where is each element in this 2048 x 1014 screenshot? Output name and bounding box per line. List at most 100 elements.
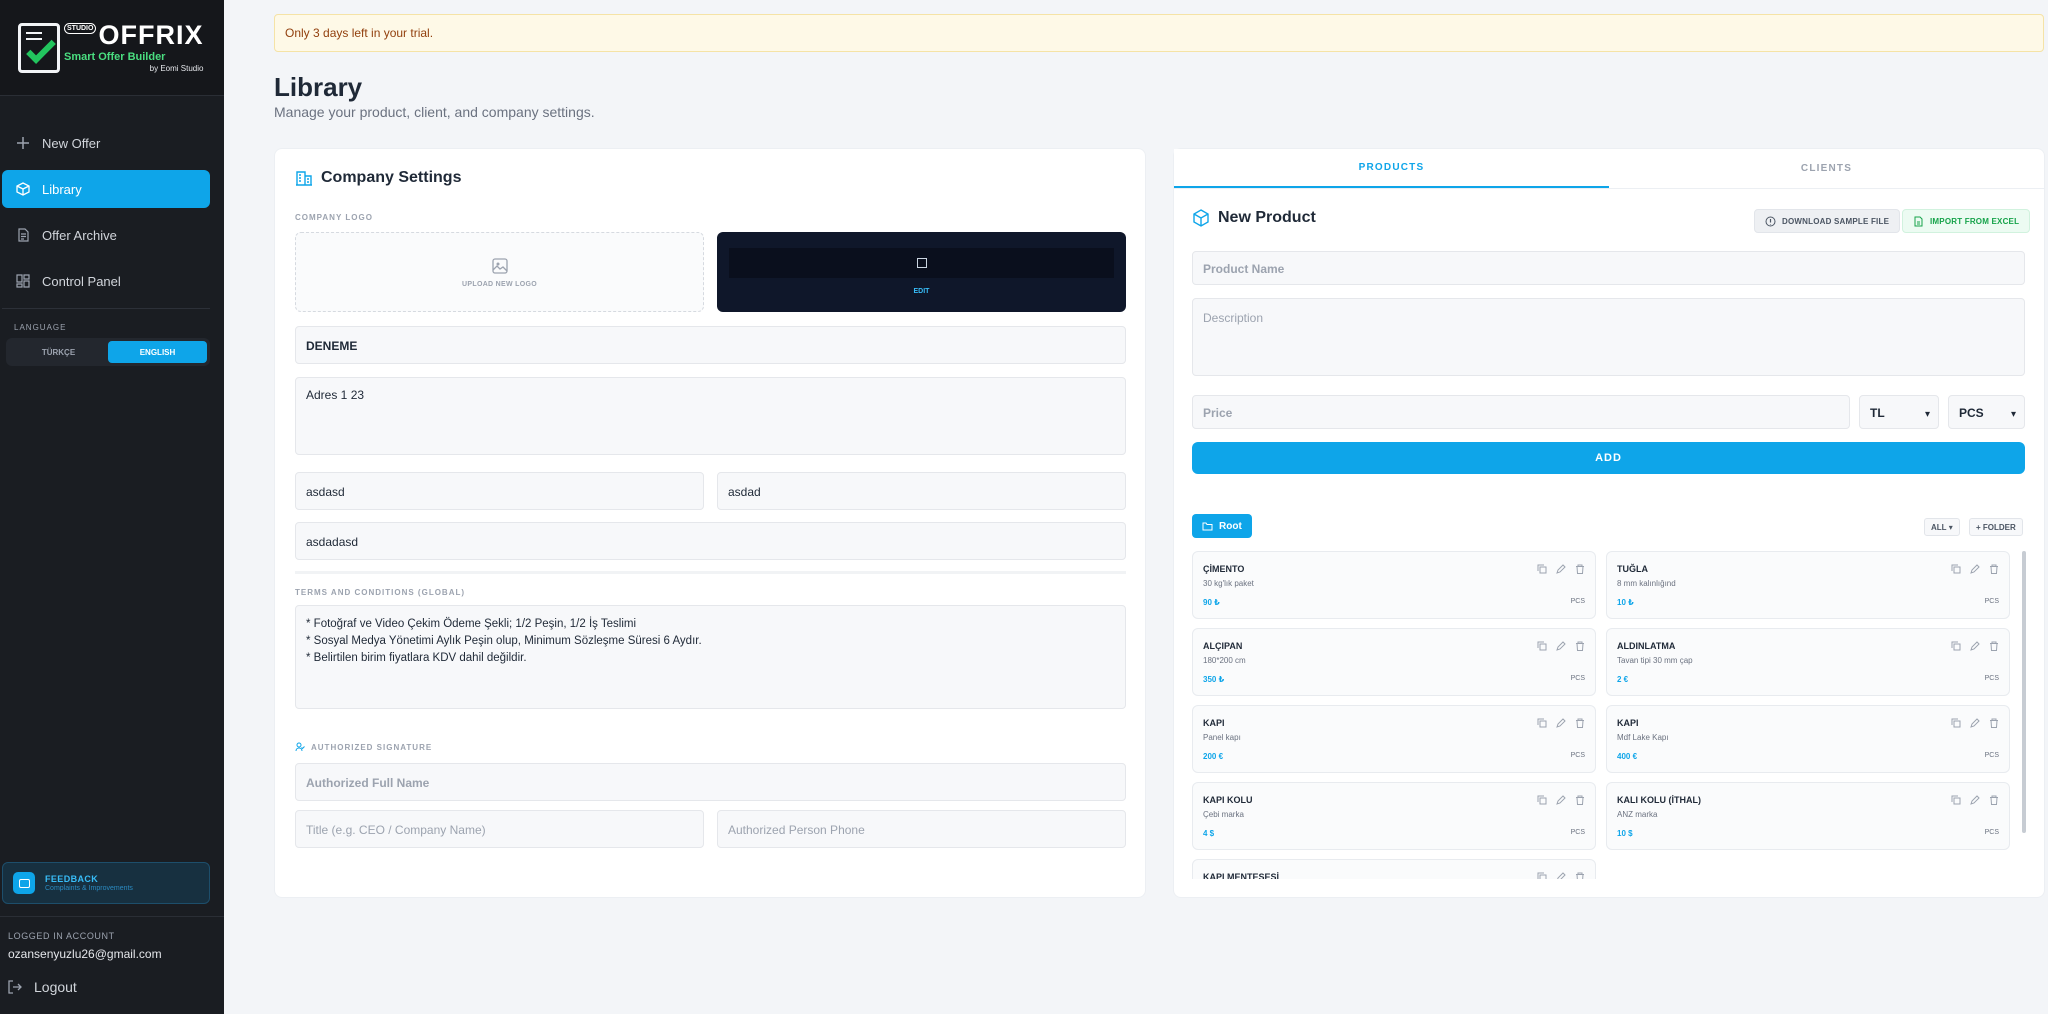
edit-logo-button[interactable]: EDIT	[717, 288, 1126, 295]
account-panel: LOGGED IN ACCOUNT ozansenyuzlu26@gmail.c…	[0, 916, 224, 995]
add-folder-button[interactable]: + FOLDER	[1969, 518, 2023, 536]
box-icon	[16, 182, 30, 196]
product-card[interactable]: ALDINLATMA Tavan tipi 30 mm çap 2 € PCS	[1606, 628, 2010, 696]
company-name-field[interactable]: DENEME	[295, 326, 1126, 364]
trash-icon[interactable]	[1575, 872, 1585, 879]
product-card[interactable]: KAPI KOLU Çebi marka 4 $ PCS	[1192, 782, 1596, 850]
product-description: Mdf Lake Kapı	[1617, 733, 1669, 742]
authorized-name-field[interactable]: Authorized Full Name	[295, 763, 1126, 801]
edit-icon[interactable]	[1556, 795, 1566, 805]
download-sample-button[interactable]: DOWNLOAD SAMPLE FILE	[1754, 209, 1901, 233]
product-price: 90 ₺	[1203, 598, 1220, 607]
copy-icon[interactable]	[1951, 564, 1961, 574]
product-description: 180*200 cm	[1203, 656, 1246, 665]
product-card[interactable]: TUĞLA 8 mm kalınlığınd 10 ₺ PCS	[1606, 551, 2010, 619]
sidebar-item-library[interactable]: Library	[2, 170, 210, 208]
product-card[interactable]: KAPI MENTEŞESİ	[1192, 859, 1596, 879]
product-grid: ÇİMENTO 30 kg'lık paket 90 ₺ PCS TUĞLA 8 mm k…	[1192, 551, 2010, 879]
product-list-scrollbar[interactable]	[2022, 551, 2026, 833]
products-card: PRODUCTS CLIENTS New Product DOWNLOAD SA…	[1173, 148, 2045, 898]
trash-icon[interactable]	[1575, 564, 1585, 574]
terms-textarea[interactable]: * Fotoğraf ve Video Çekim Ödeme Şekli; 1…	[295, 605, 1126, 709]
copy-icon[interactable]	[1951, 795, 1961, 805]
trash-icon[interactable]	[1989, 564, 1999, 574]
trash-icon[interactable]	[1575, 795, 1585, 805]
product-name: KAPI	[1617, 718, 1639, 728]
sidebar-item-new-offer[interactable]: New Offer	[2, 124, 210, 162]
add-product-button[interactable]: ADD	[1192, 442, 2025, 474]
product-card[interactable]: KAPI Panel kapı 200 € PCS	[1192, 705, 1596, 773]
upload-logo-dropzone[interactable]: UPLOAD NEW LOGO	[295, 232, 704, 312]
product-card[interactable]: KAPI Mdf Lake Kapı 400 € PCS	[1606, 705, 2010, 773]
logout-button[interactable]: Logout	[8, 979, 216, 995]
company-settings-title: Company Settings	[295, 169, 461, 187]
terms-line: * Fotoğraf ve Video Çekim Ödeme Şekli; 1…	[306, 618, 637, 630]
broken-image-icon	[729, 248, 1114, 278]
feedback-button[interactable]: FEEDBACK Complaints & Improvements	[2, 862, 210, 904]
tab-products[interactable]: PRODUCTS	[1174, 149, 1609, 188]
tab-clients[interactable]: CLIENTS	[1609, 149, 2044, 188]
product-price-field[interactable]: Price	[1192, 395, 1850, 429]
grid-icon	[16, 274, 30, 288]
language-option-english[interactable]: ENGLISH	[108, 341, 207, 363]
sidebar-item-label: New Offer	[42, 135, 101, 151]
upload-logo-label: UPLOAD NEW LOGO	[462, 280, 537, 288]
copy-icon[interactable]	[1951, 718, 1961, 728]
account-email: ozansenyuzlu26@gmail.com	[8, 947, 162, 961]
edit-icon[interactable]	[1970, 641, 1980, 651]
divider	[295, 571, 1126, 574]
edit-icon[interactable]	[1970, 718, 1980, 728]
edit-icon[interactable]	[1556, 641, 1566, 651]
authorized-title-field[interactable]: Title (e.g. CEO / Company Name)	[295, 810, 704, 848]
edit-icon[interactable]	[1970, 795, 1980, 805]
sidebar-item-offer-archive[interactable]: Offer Archive	[2, 216, 210, 254]
product-actions	[1537, 641, 1585, 651]
copy-icon[interactable]	[1537, 718, 1547, 728]
company-address-field[interactable]: Adres 1 23	[295, 377, 1126, 455]
company-field-b[interactable]: asdad	[717, 472, 1126, 510]
product-unit: PCS	[1570, 752, 1585, 759]
product-description-field[interactable]: Description	[1192, 298, 2025, 376]
product-description: Panel kapı	[1203, 733, 1241, 742]
language-option-turkce[interactable]: TÜRKÇE	[9, 341, 108, 363]
trash-icon[interactable]	[1575, 641, 1585, 651]
company-field-c[interactable]: asdadasd	[295, 522, 1126, 560]
root-folder-button[interactable]: Root	[1192, 514, 1252, 538]
product-card[interactable]: ÇİMENTO 30 kg'lık paket 90 ₺ PCS	[1192, 551, 1596, 619]
plus-icon	[16, 136, 30, 150]
unit-select[interactable]: PCS ▾	[1948, 395, 2025, 429]
trash-icon[interactable]	[1575, 718, 1585, 728]
currency-select[interactable]: TL ▾	[1859, 395, 1939, 429]
sidebar-item-label: Library	[42, 181, 82, 197]
product-name: TUĞLA	[1617, 564, 1648, 574]
language-label: LANGUAGE	[14, 323, 67, 332]
edit-icon[interactable]	[1556, 718, 1566, 728]
library-tabs: PRODUCTS CLIENTS	[1174, 149, 2044, 189]
copy-icon[interactable]	[1537, 641, 1547, 651]
product-name: KAPI MENTEŞESİ	[1203, 872, 1280, 879]
product-description: ANZ marka	[1617, 810, 1658, 819]
authorized-phone-field[interactable]: Authorized Person Phone	[717, 810, 1126, 848]
sidebar-item-control-panel[interactable]: Control Panel	[2, 262, 210, 300]
product-name-field[interactable]: Product Name	[1192, 251, 2025, 285]
current-logo-preview[interactable]: EDIT	[717, 232, 1126, 312]
chat-icon	[13, 872, 35, 894]
edit-icon[interactable]	[1970, 564, 1980, 574]
copy-icon[interactable]	[1537, 872, 1547, 879]
company-field-a[interactable]: asdasd	[295, 472, 704, 510]
import-excel-button[interactable]: IMPORT FROM EXCEL	[1902, 209, 2031, 233]
copy-icon[interactable]	[1537, 564, 1547, 574]
edit-icon[interactable]	[1556, 564, 1566, 574]
trash-icon[interactable]	[1989, 641, 1999, 651]
product-actions	[1951, 641, 1999, 651]
copy-icon[interactable]	[1537, 795, 1547, 805]
filter-select[interactable]: ALL ▾	[1924, 518, 1960, 536]
brand-logo[interactable]: STUDIO OFFRIX Smart Offer Builder by Eomi…	[0, 0, 224, 96]
trash-icon[interactable]	[1989, 718, 1999, 728]
terms-line: * Sosyal Medya Yönetimi Aylık Peşin olup…	[306, 635, 702, 647]
product-card[interactable]: ALÇIPAN 180*200 cm 350 ₺ PCS	[1192, 628, 1596, 696]
copy-icon[interactable]	[1951, 641, 1961, 651]
product-card[interactable]: KALI KOLU (İTHAL) ANZ marka 10 $ PCS	[1606, 782, 2010, 850]
edit-icon[interactable]	[1556, 872, 1566, 879]
trash-icon[interactable]	[1989, 795, 1999, 805]
